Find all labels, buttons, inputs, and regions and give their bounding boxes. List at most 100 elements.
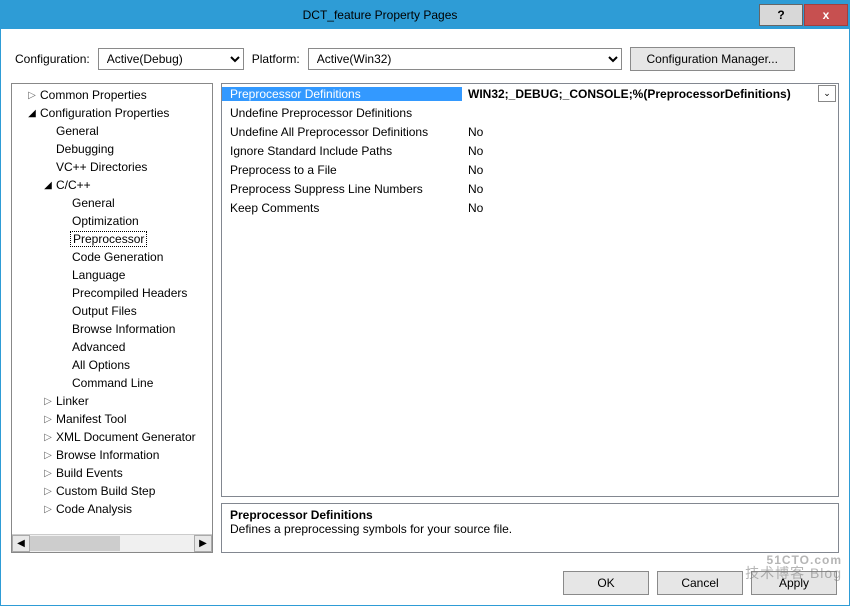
tree-label: Language	[70, 268, 127, 282]
configuration-label: Configuration:	[15, 52, 90, 66]
dropdown-icon[interactable]: ⌄	[818, 85, 836, 102]
tree-item[interactable]: General	[12, 194, 212, 212]
tree-item[interactable]: ▷XML Document Generator	[12, 428, 212, 446]
description-body: Defines a preprocessing symbols for your…	[230, 522, 830, 536]
tree-label: VC++ Directories	[54, 160, 149, 174]
property-value[interactable]: No	[462, 125, 838, 139]
property-value[interactable]: No	[462, 201, 838, 215]
tree-item[interactable]: Advanced	[12, 338, 212, 356]
expand-icon[interactable]: ▷	[42, 486, 54, 497]
property-row[interactable]: Preprocess Suppress Line NumbersNo	[222, 179, 838, 198]
platform-label: Platform:	[252, 52, 300, 66]
property-name: Keep Comments	[222, 201, 462, 215]
property-value[interactable]: No	[462, 182, 838, 196]
property-value[interactable]: WIN32;_DEBUG;_CONSOLE;%(PreprocessorDefi…	[462, 87, 818, 101]
property-name: Undefine All Preprocessor Definitions	[222, 125, 462, 139]
titlebar: DCT_feature Property Pages ? x	[1, 1, 849, 29]
tree-label: General	[54, 124, 101, 138]
close-button[interactable]: x	[804, 4, 848, 26]
tree-item[interactable]: Debugging	[12, 140, 212, 158]
platform-select[interactable]: Active(Win32)	[308, 48, 622, 70]
tree-item[interactable]: ◢C/C++	[12, 176, 212, 194]
property-row[interactable]: Ignore Standard Include PathsNo	[222, 141, 838, 160]
property-row[interactable]: Preprocess to a FileNo	[222, 160, 838, 179]
tree-label: Output Files	[70, 304, 139, 318]
property-row[interactable]: Keep CommentsNo	[222, 198, 838, 217]
scroll-track[interactable]	[30, 535, 194, 552]
tree-pane: ▷Common Properties◢Configuration Propert…	[11, 83, 213, 553]
tree-label: Preprocessor	[70, 231, 147, 247]
expand-icon[interactable]: ▷	[42, 414, 54, 425]
description-box: Preprocessor Definitions Defines a prepr…	[221, 503, 839, 553]
tree-item[interactable]: Preprocessor	[12, 230, 212, 248]
tree-item[interactable]: Command Line	[12, 374, 212, 392]
tree-label: Common Properties	[38, 88, 149, 102]
help-button[interactable]: ?	[759, 4, 803, 26]
tree-item[interactable]: Browse Information	[12, 320, 212, 338]
property-value[interactable]: No	[462, 163, 838, 177]
tree-label: Code Analysis	[54, 502, 134, 516]
scroll-thumb[interactable]	[30, 536, 120, 551]
expand-icon[interactable]: ▷	[42, 504, 54, 515]
ok-button[interactable]: OK	[563, 571, 649, 595]
expand-icon[interactable]: ▷	[42, 396, 54, 407]
tree-item[interactable]: Code Generation	[12, 248, 212, 266]
tree-item[interactable]: All Options	[12, 356, 212, 374]
window-title: DCT_feature Property Pages	[1, 8, 759, 22]
tree-item[interactable]: Output Files	[12, 302, 212, 320]
tree-item[interactable]: VC++ Directories	[12, 158, 212, 176]
tree-label: Code Generation	[70, 250, 165, 264]
scroll-right-button[interactable]: ▶	[194, 535, 212, 552]
tree-label: C/C++	[54, 178, 93, 192]
apply-button[interactable]: Apply	[751, 571, 837, 595]
tree[interactable]: ▷Common Properties◢Configuration Propert…	[12, 84, 212, 534]
expand-icon[interactable]: ▷	[42, 432, 54, 443]
property-name: Ignore Standard Include Paths	[222, 144, 462, 158]
tree-label: Command Line	[70, 376, 155, 390]
expand-icon[interactable]: ◢	[42, 180, 54, 191]
tree-item[interactable]: ▷Common Properties	[12, 86, 212, 104]
tree-item[interactable]: General	[12, 122, 212, 140]
tree-item[interactable]: ▷Custom Build Step	[12, 482, 212, 500]
config-bar: Configuration: Active(Debug) Platform: A…	[1, 29, 849, 83]
cancel-button[interactable]: Cancel	[657, 571, 743, 595]
tree-label: Debugging	[54, 142, 116, 156]
property-name: Preprocessor Definitions	[222, 87, 462, 101]
tree-label: General	[70, 196, 117, 210]
tree-label: Linker	[54, 394, 91, 408]
tree-item[interactable]: ▷Code Analysis	[12, 500, 212, 518]
property-pages-window: DCT_feature Property Pages ? x Configura…	[0, 0, 850, 606]
tree-label: Precompiled Headers	[70, 286, 189, 300]
tree-label: Advanced	[70, 340, 127, 354]
tree-item[interactable]: ▷Browse Information	[12, 446, 212, 464]
tree-item[interactable]: Language	[12, 266, 212, 284]
property-grid[interactable]: Preprocessor DefinitionsWIN32;_DEBUG;_CO…	[221, 83, 839, 497]
tree-item[interactable]: Precompiled Headers	[12, 284, 212, 302]
property-value[interactable]: No	[462, 144, 838, 158]
expand-icon[interactable]: ▷	[42, 450, 54, 461]
tree-item[interactable]: ▷Linker	[12, 392, 212, 410]
expand-icon[interactable]: ◢	[26, 108, 38, 119]
tree-item[interactable]: ▷Manifest Tool	[12, 410, 212, 428]
expand-icon[interactable]: ▷	[42, 468, 54, 479]
tree-label: XML Document Generator	[54, 430, 198, 444]
tree-item[interactable]: Optimization	[12, 212, 212, 230]
tree-item[interactable]: ▷Build Events	[12, 464, 212, 482]
expand-icon[interactable]: ▷	[26, 90, 38, 101]
dialog-footer: OK Cancel Apply	[1, 563, 849, 605]
tree-label: Optimization	[70, 214, 141, 228]
property-row[interactable]: Undefine All Preprocessor DefinitionsNo	[222, 122, 838, 141]
tree-label: Browse Information	[70, 322, 177, 336]
configuration-select[interactable]: Active(Debug)	[98, 48, 244, 70]
horizontal-scrollbar[interactable]: ◀ ▶	[12, 534, 212, 552]
property-name: Undefine Preprocessor Definitions	[222, 106, 462, 120]
property-row[interactable]: Undefine Preprocessor Definitions	[222, 103, 838, 122]
scroll-left-button[interactable]: ◀	[12, 535, 30, 552]
tree-label: All Options	[70, 358, 132, 372]
tree-label: Manifest Tool	[54, 412, 128, 426]
property-row[interactable]: Preprocessor DefinitionsWIN32;_DEBUG;_CO…	[222, 84, 838, 103]
configuration-manager-button[interactable]: Configuration Manager...	[630, 47, 795, 71]
tree-item[interactable]: ◢Configuration Properties	[12, 104, 212, 122]
tree-label: Custom Build Step	[54, 484, 157, 498]
property-name: Preprocess Suppress Line Numbers	[222, 182, 462, 196]
